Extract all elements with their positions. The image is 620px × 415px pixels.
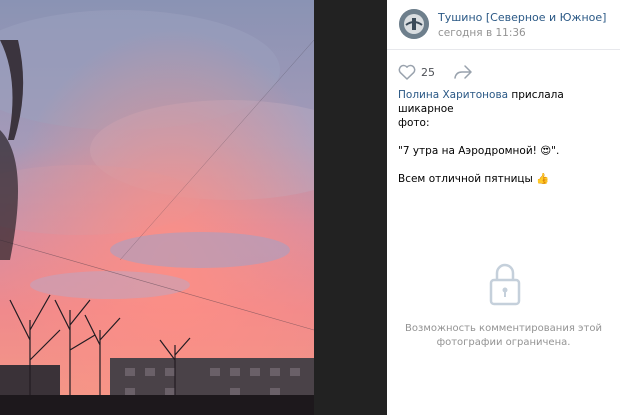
photo[interactable] bbox=[0, 0, 314, 415]
restricted-line: Возможность комментирования этой bbox=[405, 323, 602, 334]
photo-viewer: Тушино [Северное и Южное] сегодня в 11:3… bbox=[0, 0, 620, 415]
photo-description: Полина Харитонова прислала шикарное фото… bbox=[398, 88, 616, 186]
description-quote: "7 утра на Аэродромной! 😍". bbox=[398, 145, 560, 157]
lock-icon bbox=[489, 263, 521, 306]
like-count[interactable]: 25 bbox=[421, 66, 435, 79]
heart-icon[interactable] bbox=[398, 64, 416, 80]
post-time: сегодня в 11:36 bbox=[438, 27, 526, 39]
comments-restricted-notice: Возможность комментирования этой фотогра… bbox=[387, 322, 620, 350]
photo-info-panel: Тушино [Северное и Южное] сегодня в 11:3… bbox=[387, 0, 620, 415]
community-logo-icon bbox=[399, 9, 429, 39]
restricted-line: фотографии ограничена. bbox=[436, 337, 571, 348]
viewer-background bbox=[314, 0, 387, 415]
author-link[interactable]: Тушино [Северное и Южное] bbox=[438, 11, 606, 24]
share-arrow-icon[interactable] bbox=[453, 64, 473, 80]
photo-pane bbox=[0, 0, 387, 415]
description-closing: Всем отличной пятницы 👍 bbox=[398, 173, 550, 185]
divider bbox=[387, 49, 620, 50]
sunset-photo-image bbox=[0, 0, 314, 415]
description-text: фото: bbox=[398, 117, 430, 129]
avatar[interactable] bbox=[399, 9, 429, 39]
mention-link[interactable]: Полина Харитонова bbox=[398, 89, 508, 101]
